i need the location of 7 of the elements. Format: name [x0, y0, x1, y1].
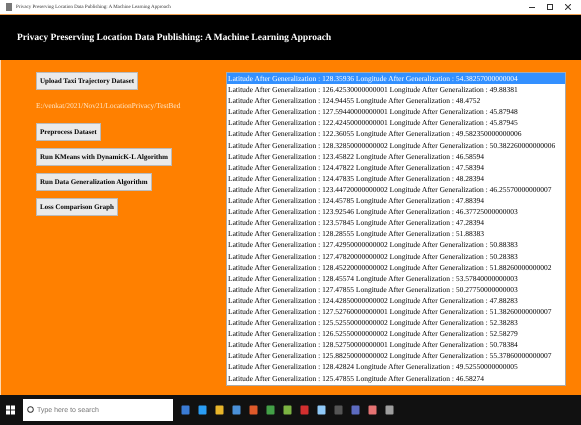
maximize-icon[interactable]: [547, 4, 553, 10]
close-icon[interactable]: [565, 4, 571, 10]
minimize-icon[interactable]: [529, 6, 535, 8]
windows-icon[interactable]: [6, 405, 15, 415]
search-icon: [27, 406, 34, 414]
app-icon: [6, 3, 12, 11]
app-heading: Privacy Preserving Location Data Publishing: A Machine Learning Approach: [17, 32, 332, 42]
